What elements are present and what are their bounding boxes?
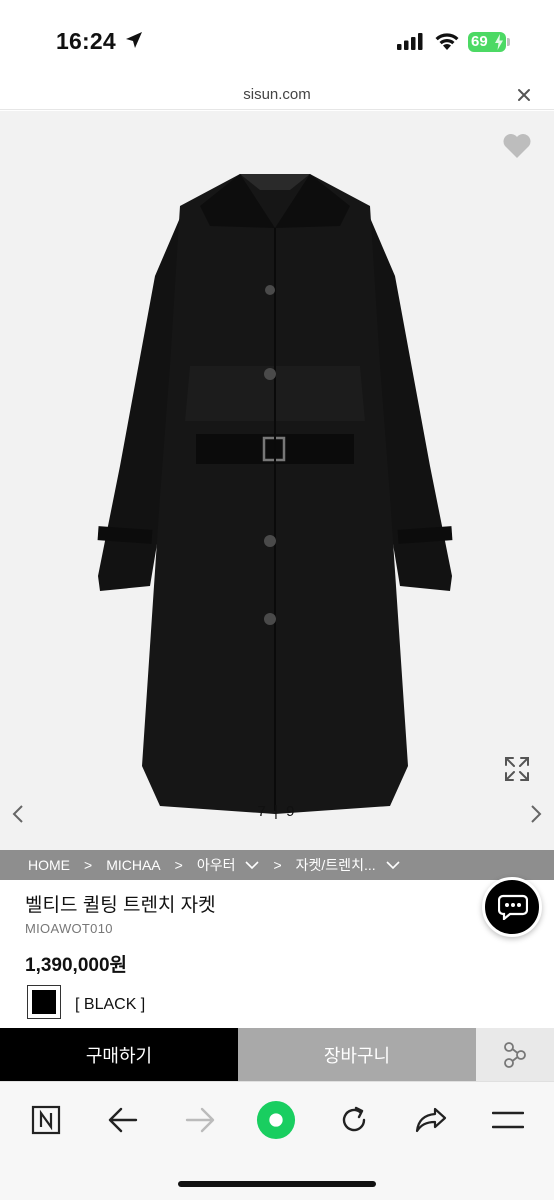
chevron-right-icon[interactable] [528,803,544,825]
naver-n-icon [31,1105,61,1135]
breadcrumb-home[interactable]: HOME [28,857,70,873]
color-label: [ BLACK ] [75,996,146,1013]
reload-icon [342,1106,366,1132]
expand-icon[interactable] [503,755,531,783]
back-arrow-icon [108,1107,138,1133]
breadcrumb-separator: > [174,857,183,873]
chat-button[interactable] [482,877,542,937]
close-icon[interactable] [515,86,533,104]
share-button[interactable] [476,1028,554,1081]
product-photo-coat [97,174,453,814]
bolt-icon [495,34,503,50]
share-page-button[interactable] [411,1100,451,1140]
share-icon [504,1041,526,1068]
product-code: MIOAWOT010 [25,921,113,936]
product-price: 1,390,000원 [25,955,128,976]
signal-icon [397,33,423,50]
home-indicator [178,1181,376,1187]
naver-n-button[interactable] [26,1100,66,1140]
breadcrumb-separator: > [273,857,282,873]
product-image-gallery[interactable]: 7 | 9 [0,111,554,850]
url-domain[interactable]: sisun.com [0,86,554,103]
menu-icon [492,1111,524,1129]
battery-level: 69 [471,33,488,50]
product-title: 벨티드 퀼팅 트렌치 자켓 [25,895,216,916]
breadcrumb-separator: > [84,857,93,873]
menu-button[interactable] [488,1100,528,1140]
chevron-down-icon[interactable] [386,860,400,870]
heart-icon[interactable] [502,133,532,159]
color-swatch-fill [32,990,56,1014]
url-bar[interactable]: sisun.com [0,80,554,110]
back-button[interactable] [103,1100,143,1140]
location-arrow-icon [126,32,142,48]
chat-icon [498,894,528,920]
battery-cap [507,38,510,46]
chevron-left-icon[interactable] [10,803,26,825]
battery-icon: 69 [468,32,506,52]
cart-button[interactable]: 장바구니 [238,1028,476,1081]
status-time: 16:24 [56,28,116,54]
forward-button[interactable] [180,1100,220,1140]
breadcrumb-brand[interactable]: MICHAA [106,857,160,873]
image-counter: 7 | 9 [257,803,297,820]
reload-button[interactable] [334,1100,374,1140]
purchase-bar: 구매하기 장바구니 [0,1028,554,1081]
share-arrow-icon [415,1107,447,1133]
breadcrumb-subcategory[interactable]: 자켓/트렌치... [296,855,376,875]
breadcrumb: HOME > MICHAA > 아우터 > 자켓/트렌치... [0,850,554,880]
forward-arrow-icon [185,1107,215,1133]
chevron-down-icon[interactable] [245,860,260,870]
browser-toolbar [0,1081,554,1200]
status-bar: 16:24 69 [0,0,554,80]
green-home-button[interactable] [256,1100,296,1140]
color-swatch-black[interactable] [27,985,61,1019]
buy-button[interactable]: 구매하기 [0,1028,238,1081]
green-home-icon [256,1100,296,1140]
wifi-icon [435,33,459,50]
breadcrumb-category[interactable]: 아우터 [197,855,236,875]
